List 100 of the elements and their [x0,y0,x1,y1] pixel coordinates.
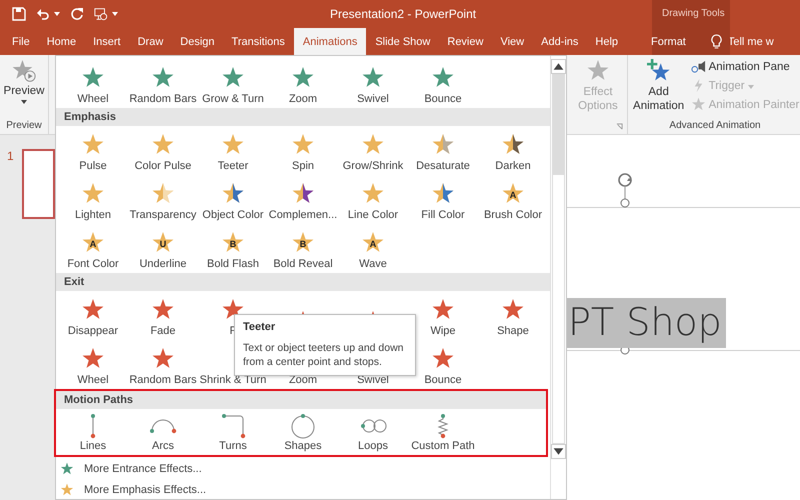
gallery-item[interactable]: Random Bars [128,59,198,108]
line-path-icon [90,413,96,439]
scroll-up-icon[interactable] [551,59,566,74]
gallery-item[interactable]: Loops [338,409,408,455]
star-play-icon [11,59,37,83]
star-icon [361,182,385,206]
gallery-item[interactable]: Grow/Shrink [338,126,408,175]
star-icon [81,182,105,206]
lightbulb-icon[interactable] [710,34,722,49]
turn-path-icon [220,413,246,439]
contextual-tab-label: Drawing Tools [662,8,726,19]
slide-thumbnail[interactable] [22,149,55,219]
caret-icon[interactable] [54,12,60,16]
animation-pane-button[interactable]: Animation Pane [688,57,800,76]
group-label: Preview [6,120,42,131]
ribbon-tab[interactable]: Slide Show [367,28,438,55]
scrollbar[interactable] [550,56,566,499]
ribbon-tab[interactable]: Design [172,28,223,55]
lettered-star-icon: A [81,231,105,255]
gallery-item[interactable]: Random Bars [128,340,198,389]
ribbon-tab[interactable]: Add-ins [533,28,586,55]
gallery-item[interactable]: Grow & Turn [198,59,268,108]
star-icon [151,133,175,157]
save-icon[interactable] [12,7,26,21]
ribbon-tab[interactable]: Home [38,28,84,55]
gallery-item[interactable]: Desaturate [408,126,478,175]
gallery-item[interactable]: Arcs [128,409,198,455]
star-icon [501,133,525,157]
gallery-item[interactable]: Transparency [128,175,198,224]
star-icon [361,133,385,157]
gallery-item[interactable]: Fade [128,291,198,340]
lettered-star-icon: B [291,231,315,255]
star-icon [431,133,455,157]
star-icon [60,462,74,476]
gallery-item[interactable]: Shapes [268,409,338,455]
gallery-item[interactable]: B Bold Flash [198,224,268,273]
loop-path-icon [360,419,386,433]
ribbon-tab[interactable]: Draw [130,28,172,55]
gallery-item[interactable]: Line Color [338,175,408,224]
ribbon-tab[interactable]: Animations [294,28,366,55]
preview-button[interactable]: Preview [2,55,46,104]
gallery-item[interactable]: Complemen... [268,175,338,224]
gallery-item[interactable]: Lighten [58,175,128,224]
gallery-item[interactable]: Disappear [58,291,128,340]
scroll-down-icon[interactable] [551,444,566,459]
star-icon [501,298,525,322]
ribbon-tab[interactable]: Insert [85,28,129,55]
lettered-star-icon: B [221,231,245,255]
star-icon [585,59,611,83]
gallery-item[interactable]: Color Pulse [128,126,198,175]
gallery-item[interactable]: Bounce [408,59,478,108]
gallery-item[interactable]: Custom Path [408,409,478,455]
gallery-item[interactable]: Wheel [58,340,128,389]
ribbon-tab[interactable]: Transitions [224,28,293,55]
more-effects-link[interactable]: More Emphasis Effects... [56,481,206,500]
section-header: Motion Paths [56,391,546,409]
ribbon-tab[interactable]: File [4,28,38,55]
tooltip-title: Teeter [243,321,276,333]
star-icon [151,182,175,206]
pane-icon [690,59,706,74]
dialog-launcher-icon[interactable] [616,123,623,130]
gallery-item[interactable]: Wheel [58,59,128,108]
circle-path-icon [291,414,315,439]
undo-icon[interactable] [36,7,50,21]
gallery-item[interactable]: A Wave [338,224,408,273]
gallery-item[interactable]: Darken [478,126,548,175]
ribbon-tab[interactable]: Help [587,28,626,55]
star-icon [221,182,245,206]
more-effects-link[interactable]: More Entrance Effects... [56,460,202,481]
gallery-item[interactable]: Teeter [198,126,268,175]
star-icon [151,298,175,322]
gallery-item[interactable]: Bounce [408,340,478,389]
ribbon-tab[interactable]: Format [637,28,700,55]
gallery-item[interactable]: Pulse [58,126,128,175]
gallery-item[interactable]: B Bold Reveal [268,224,338,273]
repeat-icon[interactable] [70,7,84,21]
add-animation-button[interactable]: Add Animation [628,55,689,114]
star-icon [361,66,385,90]
gallery-item[interactable]: A Font Color [58,224,128,273]
gallery-item[interactable]: Lines [58,409,128,455]
gallery-item[interactable]: Wipe [408,291,478,340]
ribbon-tab[interactable]: View [492,28,532,55]
gallery-item[interactable]: Turns [198,409,268,455]
tell-me-field[interactable]: Tell me w [728,36,774,48]
gallery-item[interactable]: U Underline [128,224,198,273]
gallery-item[interactable]: Spin [268,126,338,175]
scroll-thumb[interactable] [552,74,565,174]
customize-caret-icon[interactable] [112,12,118,16]
gallery-item[interactable]: A Brush Color [478,175,548,224]
gallery-item[interactable]: Shape [478,291,548,340]
gallery-item[interactable]: Object Color [198,175,268,224]
ribbon-tab[interactable]: Review [439,28,492,55]
gallery-item[interactable]: Fill Color [408,175,478,224]
star-icon [60,483,74,497]
star-icon [81,133,105,157]
gallery-item[interactable]: Zoom [268,59,338,108]
caret-icon [21,100,27,104]
presenter-icon[interactable] [94,7,108,21]
gallery-item[interactable]: Swivel [338,59,408,108]
slide-number: 1 [7,149,14,163]
